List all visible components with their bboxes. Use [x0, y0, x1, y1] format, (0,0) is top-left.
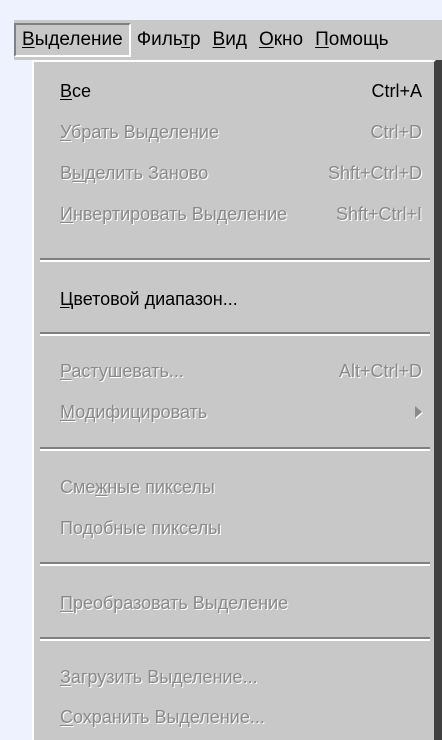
menu-separator	[40, 258, 430, 262]
menu-item-label: Преобразовать Выделение	[60, 593, 288, 614]
menu-separator	[40, 562, 430, 566]
menu-selection[interactable]: Выделение	[14, 23, 131, 57]
screen: Выделение Фильтр Вид Окно Помощь Все Ctr…	[0, 0, 442, 740]
label-pre: Сме	[60, 476, 96, 497]
menu-item-select-all[interactable]: Все Ctrl+A	[60, 74, 428, 108]
menu-item-similar[interactable]: Подобные пикселы	[60, 511, 428, 545]
menu-item-label: Подобные пикселы	[60, 518, 221, 539]
menu-item-label: Убрать Выделение	[60, 122, 219, 143]
label-post: нвертировать Выделение	[72, 203, 288, 224]
label-post: брать Выделение	[71, 121, 219, 142]
menu-item-label: Смежные пикселы	[60, 477, 215, 498]
menu-item-shortcut: Alt+Ctrl+D	[338, 360, 422, 381]
label-post: астушевать...	[71, 360, 184, 381]
label-mnemonic: И	[60, 203, 73, 224]
label-mnemonic: П	[60, 592, 73, 613]
label-mnemonic: З	[60, 666, 71, 687]
menu-item-label: Модифицировать	[60, 402, 207, 423]
label-pre: В	[60, 162, 73, 183]
menu-filter-label-post: р	[189, 29, 201, 50]
label-mnemonic: У	[60, 121, 72, 142]
label-post: се	[72, 80, 92, 101]
menu-item-label: Сохранить Выделение...	[60, 707, 265, 728]
label-post: агрузить Выделение...	[70, 666, 258, 687]
menu-filter-label-pre: Филь	[136, 29, 182, 50]
label-post: ные пикселы	[107, 476, 215, 497]
menu-item-shortcut: Ctrl+D	[370, 121, 422, 142]
menu-view-label: ид	[225, 29, 247, 50]
menu-window[interactable]: Окно	[253, 23, 309, 57]
menu-filter-mnemonic: т	[181, 29, 190, 50]
menu-selection-mnemonic: В	[22, 29, 35, 50]
menu-item-color-range[interactable]: Цветовой диапазон...	[60, 282, 428, 316]
label-post: охранить Выделение...	[73, 706, 265, 727]
menu-filter[interactable]: Фильтр	[131, 23, 207, 57]
menu-item-label: Загрузить Выделение...	[60, 667, 258, 688]
label-mnemonic: ы	[72, 162, 85, 183]
menu-item-grow[interactable]: Смежные пикселы	[60, 470, 428, 504]
menu-item-save-selection[interactable]: Сохранить Выделение...	[60, 700, 428, 734]
menu-item-inverse[interactable]: Инвертировать Выделение Shft+Ctrl+I	[60, 197, 428, 231]
label-mnemonic: ж	[95, 476, 108, 497]
menu-separator	[40, 637, 430, 641]
menu-view-mnemonic: В	[212, 29, 226, 50]
label-pre: По	[60, 517, 83, 538]
menu-item-deselect[interactable]: Убрать Выделение Ctrl+D	[60, 115, 428, 149]
selection-dropdown-menu: Все Ctrl+A Убрать Выделение Ctrl+D Выдел…	[32, 60, 436, 740]
label-mnemonic: Ц	[60, 288, 74, 309]
submenu-arrow-icon	[415, 406, 422, 418]
label-mnemonic: С	[60, 706, 73, 727]
menu-help[interactable]: Помощь	[309, 23, 394, 57]
menu-separator	[40, 332, 430, 336]
label-post: ветовой диапазон...	[73, 288, 238, 309]
menu-item-shortcut: Shft+Ctrl+D	[327, 162, 422, 183]
menu-window-label: кно	[273, 29, 304, 50]
label-post: делить Заново	[84, 162, 209, 183]
label-post: реобразовать Выделение	[72, 592, 289, 613]
menu-item-transform-selection[interactable]: Преобразовать Выделение	[60, 586, 428, 620]
menu-item-feather[interactable]: Растушевать... Alt+Ctrl+D	[60, 354, 428, 388]
menu-window-mnemonic: О	[258, 29, 274, 50]
menu-item-label: Растушевать...	[60, 361, 184, 382]
menu-help-mnemonic: П	[315, 29, 329, 50]
menu-bar: Выделение Фильтр Вид Окно Помощь	[14, 20, 442, 60]
menu-item-reselect[interactable]: Выделить Заново Shft+Ctrl+D	[60, 156, 428, 190]
menu-view[interactable]: Вид	[207, 23, 253, 57]
menu-item-modify[interactable]: Модифицировать	[60, 395, 428, 429]
label-mnemonic: М	[60, 401, 76, 422]
menu-help-label: омощь	[328, 29, 389, 50]
window-edge	[436, 60, 442, 740]
menu-item-label: Все	[60, 81, 91, 102]
menu-item-load-selection[interactable]: Загрузить Выделение...	[60, 660, 428, 694]
menu-selection-label: ыделение	[34, 29, 123, 50]
label-mnemonic: Р	[60, 360, 72, 381]
menu-separator	[40, 447, 430, 451]
menu-item-label: Выделить Заново	[60, 163, 208, 184]
menu-item-shortcut: Shft+Ctrl+I	[335, 203, 422, 224]
label-mnemonic: д	[82, 517, 94, 538]
menu-item-shortcut: Ctrl+A	[371, 80, 422, 101]
menu-item-label: Цветовой диапазон...	[60, 289, 238, 310]
label-post: одифицировать	[75, 401, 208, 422]
label-mnemonic: В	[60, 80, 73, 101]
label-post: обные пикселы	[93, 517, 222, 538]
menu-item-label: Инвертировать Выделение	[60, 204, 287, 225]
